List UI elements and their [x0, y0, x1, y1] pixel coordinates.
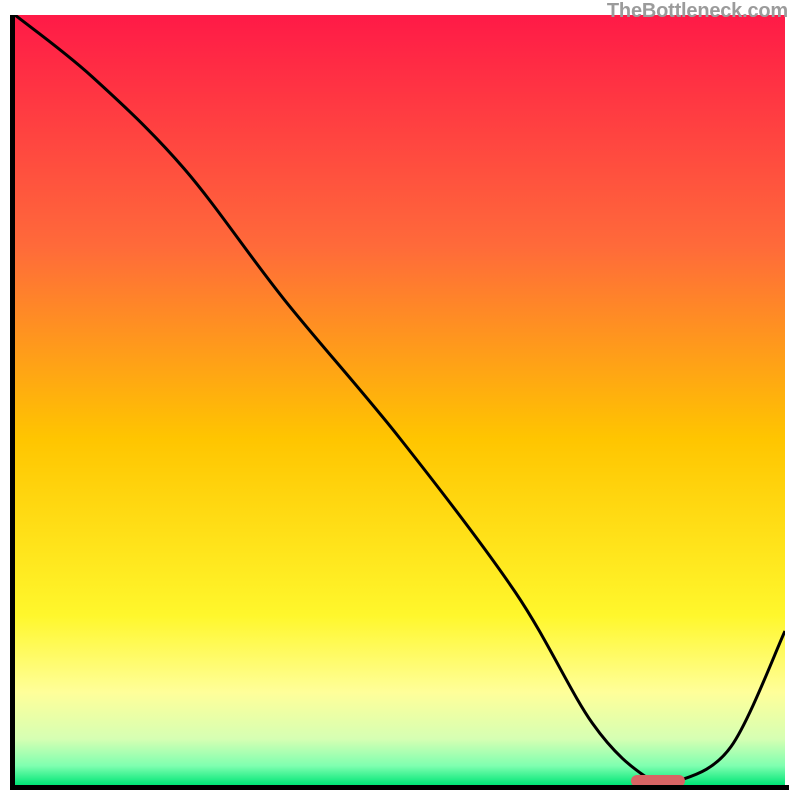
bottleneck-curve: [15, 15, 785, 785]
y-axis: [10, 15, 15, 785]
plot-area: [15, 15, 785, 785]
x-axis: [10, 785, 789, 790]
curve-layer: [15, 15, 785, 785]
watermark-text: TheBottleneck.com: [607, 0, 788, 23]
optimal-marker: [631, 775, 685, 785]
chart-container: TheBottleneck.com: [0, 0, 800, 800]
